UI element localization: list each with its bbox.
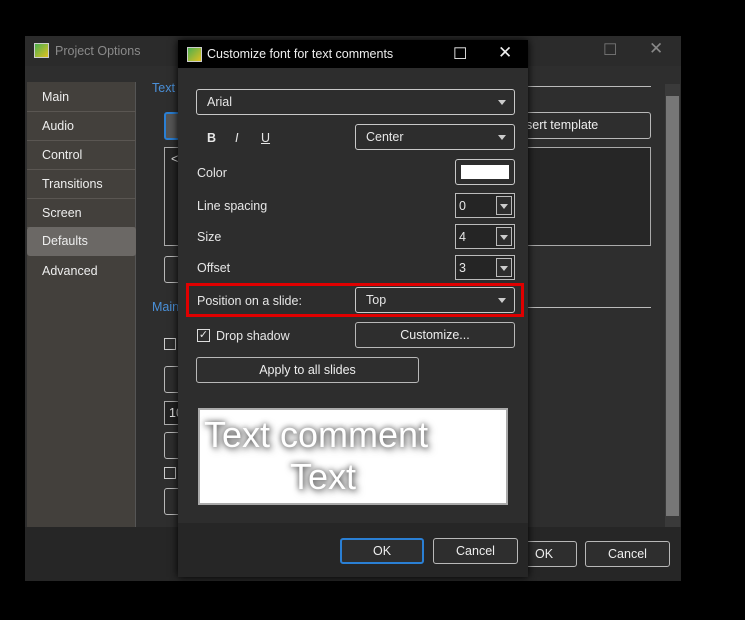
checkbox[interactable] — [164, 467, 176, 479]
customize-label: Customize... — [400, 328, 470, 342]
size-label: Size — [197, 230, 222, 244]
app-icon — [34, 43, 49, 58]
apply-to-all-slides-button[interactable]: Apply to all slides — [196, 357, 419, 383]
insert-template-label: sert template — [526, 118, 599, 132]
offset-dropdown[interactable] — [496, 258, 512, 277]
sidebar-item-screen[interactable]: Screen — [27, 199, 136, 228]
sidebar-item-advanced[interactable]: Advanced — [27, 257, 136, 286]
ok-button[interactable]: OK — [340, 538, 424, 564]
dialog-title: Customize font for text comments — [207, 47, 394, 61]
preview-line-1: Text comment — [204, 414, 429, 455]
section-main-label: Main — [152, 300, 180, 314]
font-value: Arial — [207, 95, 233, 109]
size-dropdown[interactable] — [496, 227, 512, 246]
maximize-icon[interactable]: ☐ — [603, 40, 617, 60]
sidebar-item-audio[interactable]: Audio — [27, 112, 136, 141]
chevron-down-icon — [498, 135, 506, 140]
chevron-down-icon — [498, 100, 506, 105]
cancel-button[interactable]: Cancel — [433, 538, 518, 564]
font-select[interactable]: Arial — [196, 89, 515, 115]
ok-label: OK — [535, 547, 554, 561]
apply-label: Apply to all slides — [259, 363, 356, 377]
customize-button[interactable]: Customize... — [355, 322, 515, 348]
cancel-label: Cancel — [608, 547, 647, 561]
dialog-title-bar: Customize font for text comments ☐ ✕ — [178, 40, 528, 68]
offset-field[interactable]: 3 — [455, 255, 515, 280]
check-icon: ✓ — [198, 329, 209, 341]
position-select[interactable]: Top — [355, 287, 515, 313]
position-value: Top — [366, 293, 387, 307]
app-icon — [187, 47, 202, 62]
sidebar-item-control[interactable]: Control — [27, 141, 136, 170]
section-text-label: Text — [152, 81, 175, 95]
scrollbar[interactable] — [665, 84, 680, 527]
color-swatch — [461, 165, 509, 179]
close-icon[interactable]: ✕ — [498, 43, 512, 63]
alignment-value: Center — [366, 130, 404, 144]
chevron-down-icon — [498, 298, 506, 303]
sidebar-item-transitions[interactable]: Transitions — [27, 170, 136, 199]
position-label: Position on a slide: — [197, 294, 302, 308]
window-title: Project Options — [55, 44, 141, 58]
size-field[interactable]: 4 — [455, 224, 515, 249]
color-label: Color — [197, 166, 227, 180]
close-icon[interactable]: ✕ — [649, 39, 663, 59]
sidebar-item-defaults[interactable]: Defaults — [27, 227, 136, 256]
sidebar-item-main[interactable]: Main — [27, 83, 136, 112]
color-picker[interactable] — [455, 159, 515, 185]
sidebar: Main Audio Control Transitions Screen De… — [27, 82, 136, 527]
divider — [528, 307, 651, 308]
customize-font-dialog: Customize font for text comments ☐ ✕ Ari… — [178, 40, 528, 577]
chevron-down-icon — [500, 234, 508, 240]
line-spacing-value: 0 — [459, 198, 466, 213]
alignment-select[interactable]: Center — [355, 124, 515, 150]
preview-area: Text comment Text — [198, 408, 508, 505]
chevron-down-icon — [500, 203, 508, 209]
maximize-icon[interactable]: ☐ — [453, 44, 467, 64]
offset-label: Offset — [197, 261, 231, 275]
offset-value: 3 — [459, 260, 466, 275]
preview-line-2: Text — [290, 456, 357, 497]
size-value: 4 — [459, 229, 466, 244]
chevron-down-icon — [500, 265, 508, 271]
bold-button[interactable]: B — [207, 131, 216, 145]
cancel-label: Cancel — [456, 544, 495, 558]
line-spacing-field[interactable]: 0 — [455, 193, 515, 218]
scrollbar-thumb[interactable] — [666, 96, 679, 516]
line-spacing-dropdown[interactable] — [496, 196, 512, 215]
italic-button[interactable]: I — [235, 131, 238, 145]
checkbox[interactable] — [164, 338, 176, 350]
cancel-button-background[interactable]: Cancel — [585, 541, 670, 567]
drop-shadow-checkbox[interactable]: ✓ — [197, 329, 210, 342]
divider — [528, 86, 651, 87]
line-spacing-label: Line spacing — [197, 199, 268, 213]
underline-button[interactable]: U — [261, 131, 270, 145]
drop-shadow-label: Drop shadow — [216, 329, 290, 343]
ok-label: OK — [372, 544, 392, 558]
